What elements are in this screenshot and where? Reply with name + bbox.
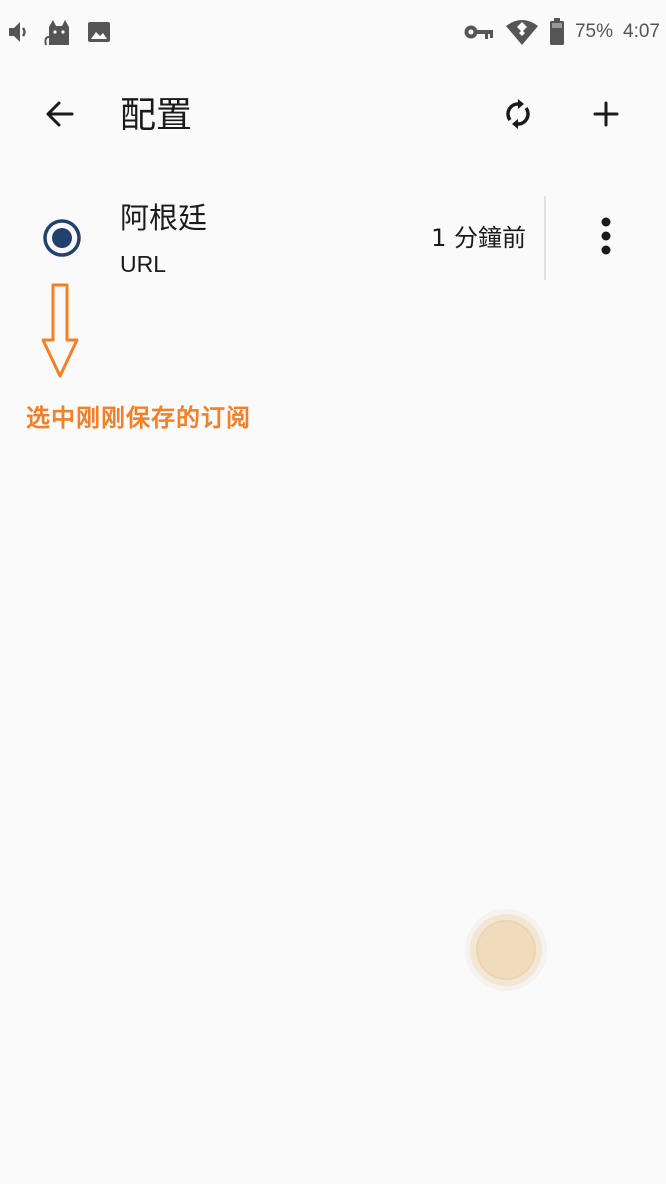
- image-icon: [86, 19, 112, 45]
- touch-indicator: [464, 908, 548, 992]
- annotation-arrow-icon: [40, 282, 80, 386]
- status-bar-left: [6, 16, 112, 48]
- app-bar: 配置: [0, 64, 666, 168]
- status-bar-right: 75% 4:07: [463, 16, 660, 48]
- back-button[interactable]: [36, 92, 84, 140]
- profile-updated-time: 1 分鐘前: [431, 224, 526, 252]
- refresh-icon: [502, 98, 534, 134]
- radio-icon[interactable]: [42, 218, 82, 258]
- key-icon: [463, 22, 495, 42]
- more-vert-icon: [599, 216, 613, 260]
- battery-percent: 75%: [574, 21, 614, 42]
- profile-name: 阿根廷: [120, 201, 208, 235]
- add-icon: [593, 101, 619, 131]
- annotation-text: 选中刚刚保存的订阅: [26, 404, 251, 432]
- add-button[interactable]: [582, 92, 630, 140]
- cat-icon: [44, 17, 74, 47]
- wifi-icon: [505, 18, 539, 46]
- back-arrow-icon: [45, 99, 75, 133]
- more-options-button[interactable]: [582, 214, 630, 262]
- row-divider: [544, 196, 546, 280]
- page-title: 配置: [120, 95, 193, 136]
- profile-type: URL: [120, 251, 167, 277]
- status-bar: 75% 4:07: [0, 0, 666, 64]
- volume-icon: [6, 19, 32, 45]
- clock: 4:07: [623, 21, 660, 42]
- profile-row[interactable]: 阿根廷 URL 1 分鐘前: [0, 190, 666, 286]
- battery-icon: [549, 18, 565, 46]
- refresh-button[interactable]: [494, 92, 542, 140]
